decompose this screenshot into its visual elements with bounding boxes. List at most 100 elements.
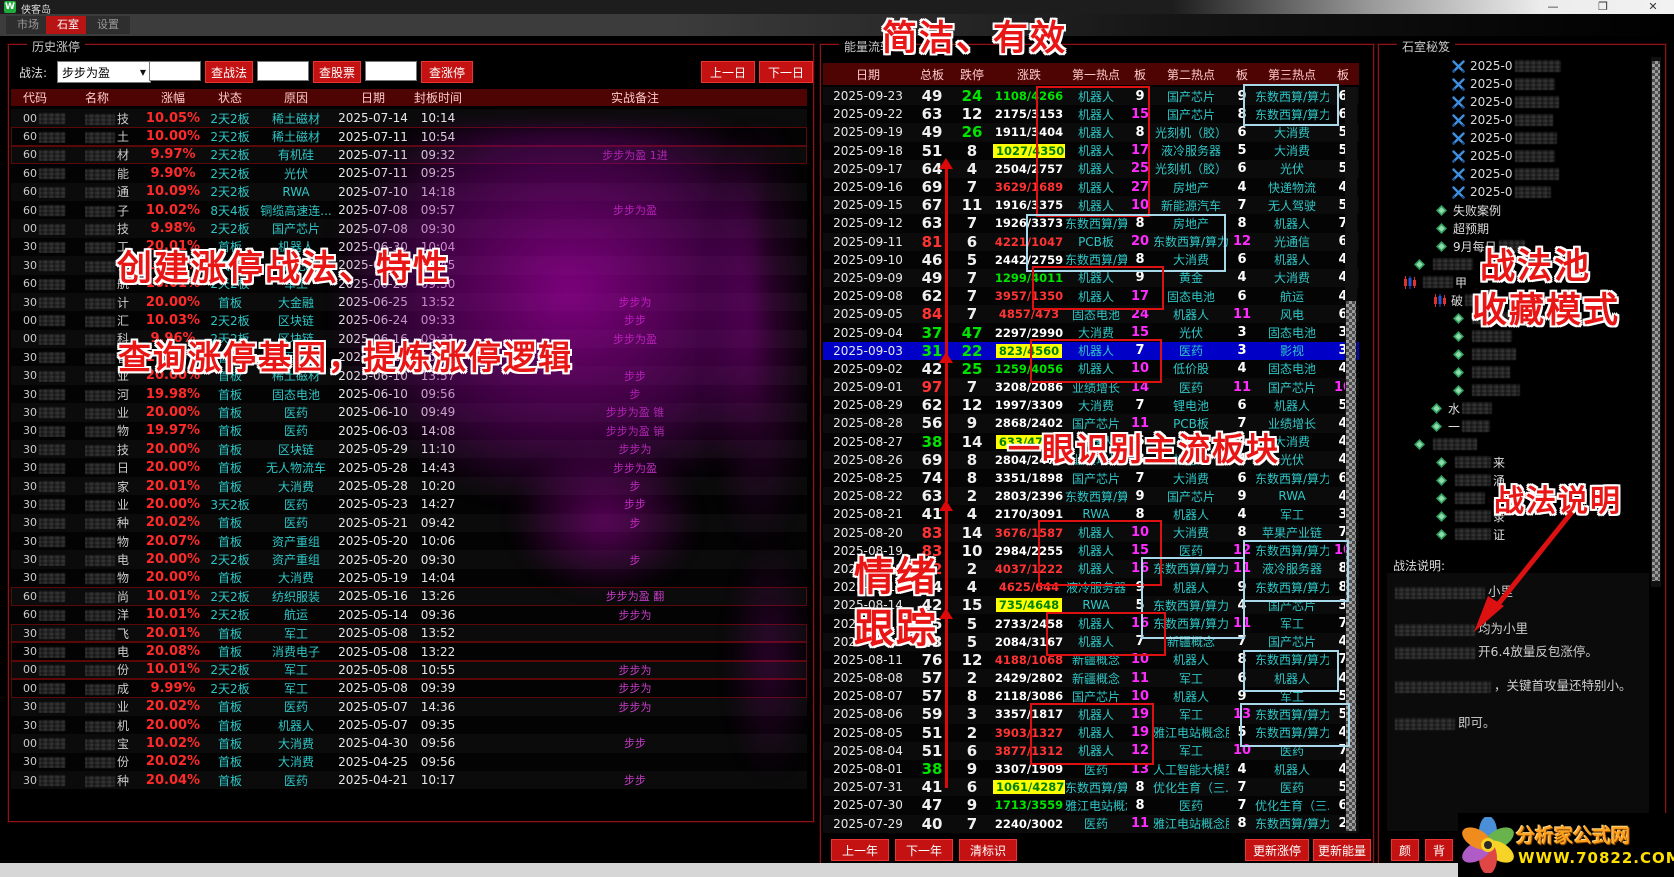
tree-item[interactable]: 2025-0	[1383, 57, 1649, 75]
table-row[interactable]: 2025-09-05 84 7 4857/473 固态电池 24 机器人 11 风电 6	[823, 305, 1359, 324]
table-row[interactable]: 2025-07-29 40 7 2240/3002 医药 11 雅江电站概念股 8 东数西算/算…	[823, 814, 1359, 833]
table-row[interactable]: 30 物 20.00% 首板 大消费 2025-05-19 14:04	[11, 568, 807, 588]
minimize-icon[interactable]: —	[1538, 0, 1568, 14]
table-row[interactable]: 2025-09-19 49 26 1911/3404 机器人 8 光刻机（胶） 6 大消费 5	[823, 123, 1359, 142]
tab-stone-room[interactable]: 石室	[46, 16, 90, 34]
table-row[interactable]: 30 物 20.07% 首板 资产重组 2025-05-20 10:06	[11, 531, 807, 551]
table-row[interactable]: 2025-08-226322803/2396东数西算/算力9国产芯片9RWA4	[823, 487, 1359, 506]
table-row[interactable]: 60 洋 10.01% 2天2板 航运 2025-05-14 09:36 步步为	[11, 605, 807, 624]
strategy-search-input[interactable]	[149, 61, 201, 81]
tree-item[interactable]	[1383, 435, 1649, 453]
tree-item[interactable]: 一	[1383, 417, 1649, 435]
maximize-icon[interactable]: ❐	[1588, 0, 1618, 14]
scrollbar[interactable]	[1651, 57, 1661, 587]
table-row[interactable]: 00 技 10.05% 2天2板 稀土磁材 2025-07-14 10:14	[11, 109, 807, 128]
table-row[interactable]: 60 尚 10.01% 2天2板 纺织服装 2025-05-16 13:26 步步为盈 翻	[11, 587, 807, 606]
table-row[interactable]: 30 家 20.01% 首板 大消费 2025-05-28 10:20 步	[11, 476, 807, 496]
table-row[interactable]: 30 业 20.02% 首板 医药 2025-05-07 14:36 步步为	[11, 697, 807, 716]
table-row[interactable]: 2025-07-30 47 9 1713/3559雅江电站概念股 8 医药 7 优化生育（三.…	[823, 796, 1359, 815]
table-row[interactable]: 30 计 20.00% 首板 大金融 2025-06-25 13:52 步步为	[11, 292, 807, 312]
table-row[interactable]: 2025-08-01 38 9 3307/1909 医药 13 人工智能大模型 4 机器人 4	[823, 759, 1359, 779]
close-icon[interactable]: ✕	[1638, 0, 1668, 14]
table-row[interactable]: 30 物 19.97% 首板 医药 2025-06-03 14:08 步步为盈 销	[11, 421, 807, 441]
tree-item[interactable]: 水	[1383, 399, 1649, 417]
tree-item[interactable]: 2025-0	[1383, 93, 1649, 111]
clear-marks-button[interactable]: 清标识	[959, 839, 1017, 861]
table-row[interactable]: 00 成 9.99% 2天2板 军工 2025-05-08 09:39 步步为	[11, 679, 807, 698]
table-row[interactable]: 2025-08-06 59 3 3357/1817 机器人 19 军工 13 东数西算/算力 5	[823, 705, 1359, 724]
table-row[interactable]: 00 技 9.98% 2天2板 国产芯片 2025-07-08 09:30	[11, 219, 807, 238]
tree-item[interactable]: 超预期	[1383, 219, 1649, 237]
table-row[interactable]: 2025-08-20 83 14 3676/1587 机器人 10 大消费 8 苹果产业链 7	[823, 523, 1359, 542]
table-row[interactable]: 00 宝 10.02% 首板 大消费 2025-04-30 09:56 步步	[11, 734, 807, 753]
table-row[interactable]: 30 机 20.00% 首板 机器人 2025-05-07 09:35	[11, 715, 807, 735]
prev-year-button[interactable]: 上一年	[831, 839, 889, 861]
table-row[interactable]: 60 土 10.00% 2天2板 稀土磁材 2025-07-11 10:54	[11, 127, 807, 146]
table-row[interactable]: 2025-07-314161061/4287东数西算/算力8优化生育（三...7…	[823, 778, 1359, 797]
table-row[interactable]: 2025-09-23 49 24 1108/4266 机器人 9 国产芯片 9 东数西算/算力 6	[823, 87, 1359, 106]
tree-item[interactable]	[1383, 381, 1649, 399]
tree-item[interactable]: 2025-0	[1383, 183, 1649, 201]
table-row[interactable]: 2025-09-15 67 11 1916/3375 机器人 10 新能源汽车 7 无人驾驶 5	[823, 196, 1359, 215]
table-row[interactable]: 2025-08-05 51 2 3903/1327 机器人 19 雅江电站概念股 5 东数西算/…	[823, 723, 1359, 742]
tree-item[interactable]: 失败案例	[1383, 201, 1649, 219]
table-row[interactable]: 60 通 10.09% 2天2板 RWA 2025-07-10 14:18	[11, 182, 807, 201]
table-row[interactable]: 30 河 19.98% 首板 固态电池 2025-06-10 09:56 步	[11, 384, 807, 404]
table-row[interactable]: 2025-09-17 64 4 2504/2757 机器人 25 光刻机（胶） 6 光伏 5	[823, 159, 1359, 178]
limit-search-input[interactable]	[365, 61, 417, 81]
table-row[interactable]: 2025-09-09 49 7 1299/4011 机器人 9 黄金 4 大消费 4	[823, 268, 1359, 288]
scrollbar-thumb[interactable]	[1652, 61, 1660, 581]
table-row[interactable]: 2025-08-21 41 4 2170/3091 RWA 8 机器人 4 军工 3	[823, 505, 1359, 524]
table-row[interactable]: 2025-09-02 42 25 1259/4056 机器人 10 低价股 4 固态电池 4	[823, 359, 1359, 378]
table-row[interactable]: 2025-09-03 31 22 823/4560 机器人 7 医药 3 影视 3	[823, 341, 1359, 360]
tab-settings[interactable]: 设置	[86, 16, 130, 34]
table-row[interactable]: 2025-09-08 62 7 3957/1350 机器人 17 固态电池 6 航运 4	[823, 287, 1359, 306]
table-row[interactable]: 2025-09-16 69 7 3629/1689 机器人 27 房地产 4 快递物流 4	[823, 177, 1359, 197]
table-row[interactable]: 30 日 20.00% 首板 无人物流车 2025-05-28 14:43 步步为盈	[11, 458, 807, 477]
tree-item[interactable]: 2025-0	[1383, 165, 1649, 183]
table-row[interactable]: 30 种 20.04% 首板 医药 2025-04-21 10:17 步步	[11, 771, 807, 790]
tree-item[interactable]: 来	[1383, 453, 1649, 471]
prev-day-button[interactable]: 上一日	[701, 61, 755, 83]
table-row[interactable]: 2025-09-11 81 6 4221/1047 PCB板 20 东数西算/算力 12 光通信…	[823, 232, 1359, 251]
stock-search-input[interactable]	[257, 61, 309, 81]
table-row[interactable]: 30 份 20.02% 首板 大消费 2025-04-25 09:56	[11, 752, 807, 772]
tree-item[interactable]: 2025-0	[1383, 147, 1649, 165]
color-button[interactable]: 颜	[1391, 839, 1419, 861]
table-row[interactable]: 30 种 20.02% 首板 医药 2025-05-21 09:42 步	[11, 513, 807, 532]
table-row[interactable]: 2025-09-104652442/2759东数西算/算力8大消费6机器人4	[823, 250, 1359, 269]
table-row[interactable]: 2025-09-04 37 47 2297/2990 大消费 15 光伏 3 固态电池 3	[823, 323, 1359, 342]
update-energy-button[interactable]: 更新能量	[1313, 839, 1371, 861]
background-button[interactable]: 背	[1425, 839, 1453, 861]
tab-market[interactable]: 市场	[6, 16, 50, 34]
table-row[interactable]: 2025-09-18 51 8 1027/4350 机器人 17 液冷服务器 5 大消费 5	[823, 141, 1359, 160]
table-row[interactable]: 30 业 20.00% 首板 医药 2025-06-10 09:49 步步为盈 锥	[11, 403, 807, 422]
scrollbar-thumb[interactable]	[1346, 301, 1356, 831]
tree-item[interactable]	[1383, 345, 1649, 363]
strategy-select[interactable]: 步步为盈 ▼	[57, 61, 151, 83]
next-year-button[interactable]: 下一年	[895, 839, 953, 861]
table-row[interactable]: 60 材 9.97% 2天2板 有机硅 2025-07-11 09:32 步步为盈 1进	[11, 145, 807, 165]
table-row[interactable]: 2025-09-22 63 12 2175/3153 机器人 15 国产芯片 8 东数西算/算力…	[823, 105, 1359, 124]
tree-item[interactable]	[1383, 363, 1649, 381]
table-row[interactable]: 30 电 20.08% 首板 消费电子 2025-05-08 13:22	[11, 642, 807, 661]
table-row[interactable]: 60 能 9.90% 2天2板 光伏 2025-07-11 09:25	[11, 164, 807, 183]
table-row[interactable]: 30 电 20.00% 2天2板 资产重组 2025-05-20 09:30 步	[11, 550, 807, 569]
table-row[interactable]: 60 子 10.02% 8天4板 铜缆高速连... 2025-07-08 09:57 步步为盈	[11, 200, 807, 220]
table-row[interactable]: 2025-08-29 62 12 1997/3309 大消费 7 锂电池 6 机器人 5	[823, 396, 1359, 415]
table-row[interactable]: 2025-08-25 74 8 3351/1898 国产芯片 7 大消费 6 东数西算/算力 6	[823, 468, 1359, 488]
table-row[interactable]: 2025-08-04 51 6 3877/1312 机器人 12 军工 10 医药 7	[823, 741, 1359, 760]
search-strategy-button[interactable]: 查战法	[205, 61, 253, 83]
search-limit-button[interactable]: 查涨停	[421, 61, 473, 83]
table-row[interactable]: 2025-08-07 57 8 2118/3086 国产芯片 10 机器人 9 军工 5	[823, 687, 1359, 706]
tree-item[interactable]: 2025-0	[1383, 111, 1649, 129]
table-row[interactable]: 00 份 10.01% 2天2板 军工 2025-05-08 10:55 步步为	[11, 660, 807, 680]
table-row[interactable]: 30 技 20.00% 首板 区块链 2025-05-29 11:10 步步为	[11, 440, 807, 459]
scrollbar[interactable]	[1345, 87, 1357, 833]
table-row[interactable]: 2025-09-126371926/3373东数西算/算力8房地产8机器人7	[823, 214, 1359, 233]
table-row[interactable]: 30 飞 20.01% 首板 军工 2025-05-08 13:52	[11, 623, 807, 643]
table-row[interactable]: 2025-08-08 57 2 2429/2802 新疆概念 11 军工 6 机器人 4	[823, 669, 1359, 688]
table-row[interactable]: 2025-09-01 97 7 3208/2086 业绩增长 14 医药 11 国产芯片 10	[823, 378, 1359, 397]
table-row[interactable]: 00 汇 10.03% 2天2板 区块链 2025-06-24 09:33 步步	[11, 311, 807, 330]
search-stock-button[interactable]: 查股票	[313, 61, 361, 83]
